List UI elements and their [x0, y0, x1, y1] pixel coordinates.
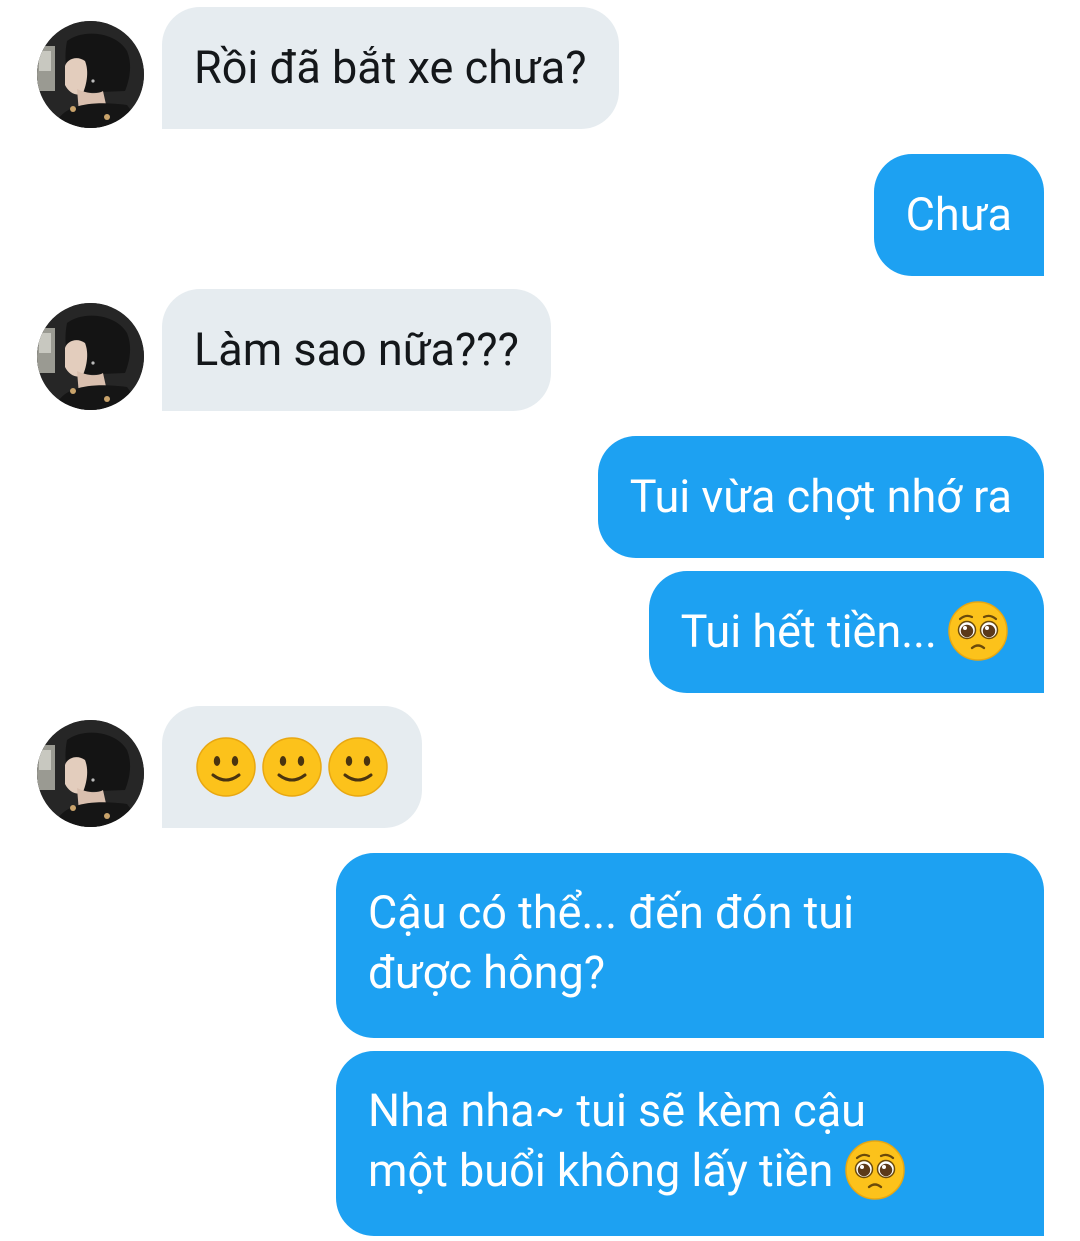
message-text: Rồi đã bắt xe chưa?	[194, 41, 587, 94]
message-text: một buổi không lấy tiền	[368, 1144, 834, 1197]
message-text: Tui vừa chợt nhớ ra	[629, 470, 1012, 523]
message-text-line: Cậu có thể... đến đón tui	[368, 886, 855, 939]
message-text-line: một buổi không lấy tiền	[368, 1141, 1012, 1204]
pleading-face-icon	[845, 1140, 905, 1200]
message-text: Làm sao nữa???	[194, 323, 519, 376]
slightly-smiling-face-icon	[262, 737, 322, 797]
outgoing-message-bubble[interactable]: Tui vừa chợt nhớ ra	[597, 436, 1044, 558]
slightly-smiling-face-icon	[328, 737, 388, 797]
incoming-message-bubble[interactable]	[162, 706, 422, 828]
pleading-face-icon	[948, 601, 1008, 661]
message-text-line: được hông?	[368, 946, 606, 999]
contact-avatar[interactable]	[37, 21, 144, 128]
message-text-line: Nha nha~ tui sẽ kèm cậu	[368, 1084, 866, 1137]
message-text: Tui hết tiền...	[680, 605, 937, 658]
outgoing-message-bubble[interactable]: Cậu có thể... đến đón tui được hông?	[336, 853, 1044, 1038]
incoming-message-bubble[interactable]: Làm sao nữa???	[162, 289, 551, 411]
outgoing-message-bubble[interactable]: Tui hết tiền...	[648, 571, 1044, 693]
contact-avatar[interactable]	[37, 303, 144, 410]
slightly-smiling-face-icon	[196, 737, 256, 797]
contact-avatar[interactable]	[37, 720, 144, 827]
message-text: Chưa	[905, 188, 1012, 241]
incoming-message-bubble[interactable]: Rồi đã bắt xe chưa?	[162, 7, 619, 129]
outgoing-message-bubble[interactable]: Chưa	[873, 154, 1044, 276]
outgoing-message-bubble[interactable]: Nha nha~ tui sẽ kèm cậu một buổi không l…	[336, 1051, 1044, 1236]
